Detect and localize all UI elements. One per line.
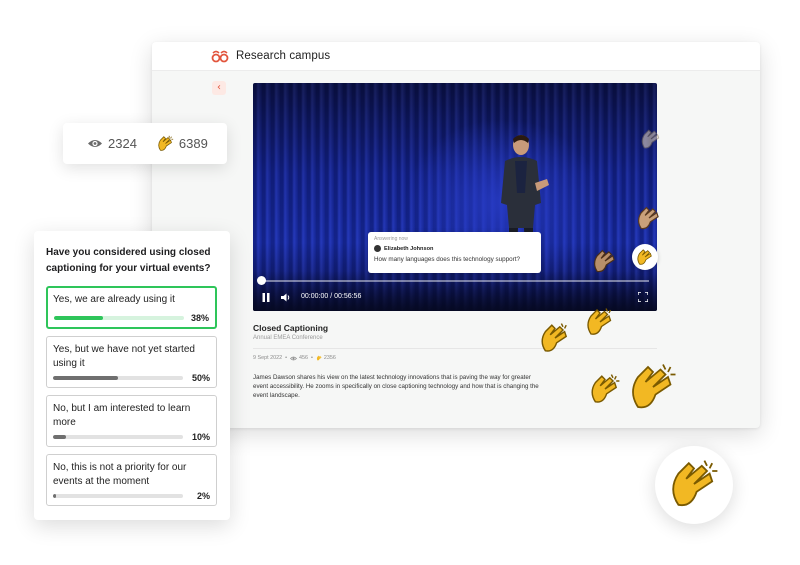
avatar xyxy=(374,245,381,252)
eye-icon xyxy=(289,356,297,360)
back-chevron-icon: ‹ xyxy=(217,82,221,93)
app-header: Research campus xyxy=(152,42,760,71)
poll-option[interactable]: No, but I am interested to learn more 10… xyxy=(46,395,217,447)
volume-icon[interactable] xyxy=(281,293,291,302)
poll-option[interactable]: Yes, we are already using it 38% xyxy=(46,286,217,329)
question-card: Answering now Elizabeth Johnson How many… xyxy=(368,232,541,273)
poll-option-percent: 50% xyxy=(191,373,210,383)
claps-stat: 6389 xyxy=(157,135,208,152)
clap-icon xyxy=(587,308,612,335)
poll-option[interactable]: No, this is not a priority for our event… xyxy=(46,454,217,506)
poll-option-bar-track xyxy=(54,316,184,320)
video-views: 456 xyxy=(298,355,308,361)
meta-dot: • xyxy=(310,355,313,361)
app-name[interactable]: Research campus xyxy=(236,50,330,62)
progress-track[interactable] xyxy=(261,280,649,282)
poll-card: Have you considered using closed caption… xyxy=(34,231,230,520)
clap-icon xyxy=(641,129,660,149)
poll-option-bar-track xyxy=(53,494,183,498)
pause-icon[interactable] xyxy=(262,293,270,302)
time-readout: 00:00:00 / 00:56:56 xyxy=(301,293,362,300)
views-stat: 2324 xyxy=(87,136,137,151)
question-user: Elizabeth Johnson xyxy=(374,245,535,252)
clap-icon xyxy=(638,206,659,230)
poll-option-bar xyxy=(53,376,118,380)
fullscreen-icon[interactable] xyxy=(638,292,648,302)
clap-reaction-button[interactable] xyxy=(632,244,658,270)
clap-badge[interactable] xyxy=(655,446,733,524)
clap-icon xyxy=(591,374,620,403)
video-title: Closed Captioning xyxy=(253,323,329,333)
poll-option-percent: 10% xyxy=(191,432,210,442)
brand-logo-icon xyxy=(211,50,229,63)
poll-option-bar-track xyxy=(53,435,183,439)
stats-card: 2324 6389 xyxy=(63,123,227,164)
question-kicker: Answering now xyxy=(374,236,408,242)
poll-option-label: No, but I am interested to learn more xyxy=(53,403,191,428)
clap-icon xyxy=(158,135,174,151)
poll-option-bar xyxy=(53,435,66,439)
clap-icon xyxy=(637,249,652,265)
divider xyxy=(253,348,657,349)
question-user-name: Elizabeth Johnson xyxy=(384,245,434,252)
poll-option-label: Yes, but we have not yet started using i… xyxy=(53,344,195,369)
player-controls: 00:00:00 / 00:56:56 xyxy=(253,289,657,307)
clap-icon xyxy=(316,355,322,361)
page: Research campus ‹ Answering now Elizabet… xyxy=(0,0,800,565)
question-text: How many languages does this technology … xyxy=(374,256,520,263)
poll-option-bar-track xyxy=(53,376,183,380)
meta-dot: • xyxy=(285,355,287,361)
video-claps: 2356 xyxy=(323,355,336,361)
video-meta: 9 Sept 2022 • 456 • 2356 xyxy=(253,355,339,361)
poll-option-bar xyxy=(54,316,104,320)
claps-count: 6389 xyxy=(178,136,208,151)
poll-option-label: Yes, we are already using it xyxy=(53,294,175,305)
poll-option[interactable]: Yes, but we have not yet started using i… xyxy=(46,336,217,388)
views-count: 2324 xyxy=(108,136,137,151)
video-date: 9 Sept 2022 xyxy=(253,355,283,361)
poll-option-bar xyxy=(53,494,56,498)
clap-icon xyxy=(632,364,676,409)
poll-option-percent: 2% xyxy=(196,491,210,501)
eye-icon xyxy=(88,140,102,147)
video-subtitle: Annual EMEA Conference xyxy=(253,335,323,341)
poll-question: Have you considered using closed caption… xyxy=(46,247,211,274)
video-player[interactable]: Answering now Elizabeth Johnson How many… xyxy=(253,83,657,311)
poll-option-label: No, this is not a priority for our event… xyxy=(53,462,187,487)
clap-icon xyxy=(672,460,718,507)
progress-handle[interactable] xyxy=(257,276,266,285)
poll-option-percent: 38% xyxy=(190,313,209,323)
clap-icon xyxy=(541,323,568,352)
back-button[interactable]: ‹ xyxy=(212,81,226,95)
clap-icon xyxy=(594,249,615,273)
video-description: James Dawson shares his view on the late… xyxy=(253,374,539,399)
